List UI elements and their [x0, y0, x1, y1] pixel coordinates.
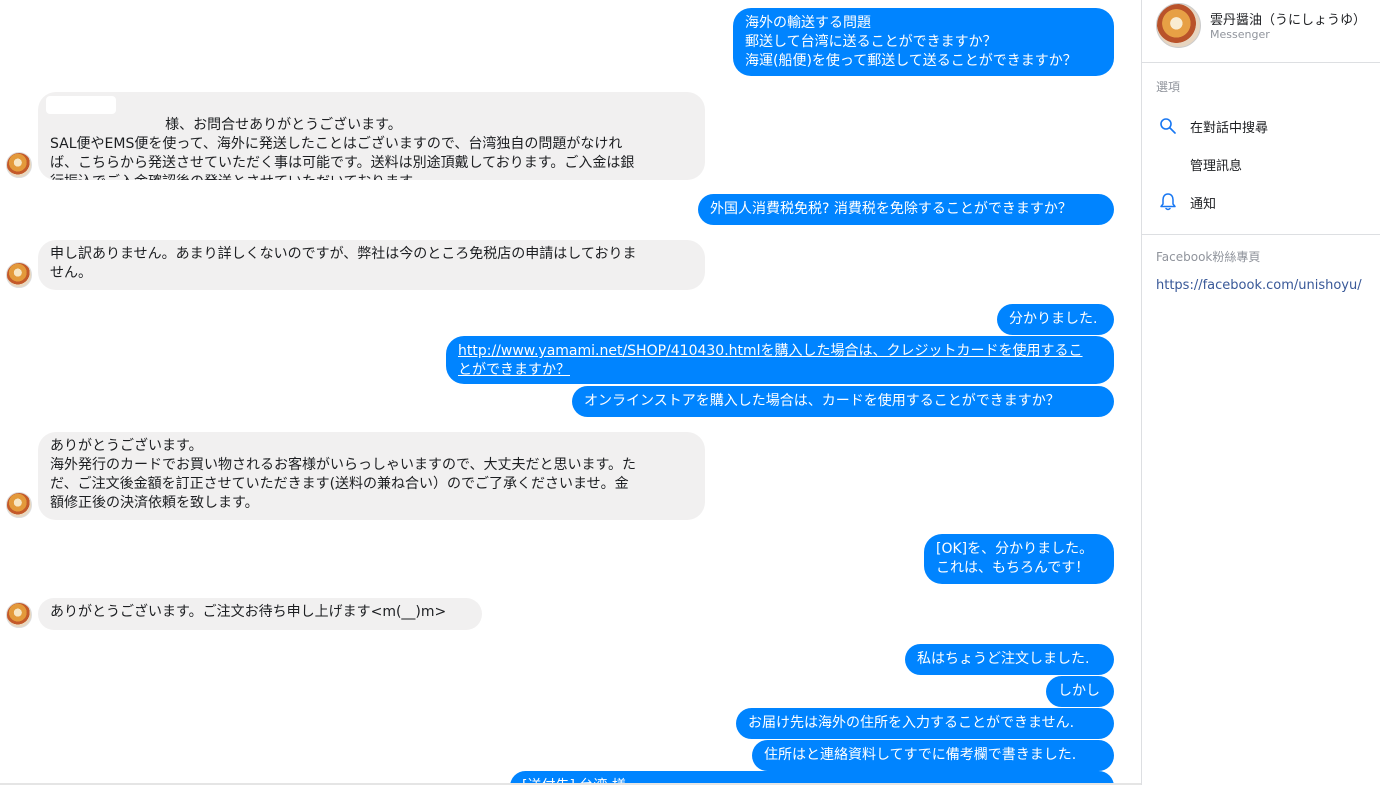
message-bubble-outgoing[interactable]: オンラインストアを購入した場合は、カードを使用することができますか？	[572, 386, 1114, 417]
notifications-option[interactable]: 通知	[1190, 193, 1216, 212]
bell-icon[interactable]	[1158, 192, 1178, 212]
options-title: 選項	[1156, 80, 1181, 94]
contact-profile-avatar[interactable]	[1156, 3, 1201, 48]
contact-subtitle: Messenger	[1210, 28, 1270, 41]
conversation-pane[interactable]: 海外の輸送する問題 郵送して台湾に送ることができますか？ 海運(船便)を使って郵…	[0, 0, 1141, 785]
message-bubble-link[interactable]: http://www.yamami.net/SHOP/410430.htmlを購…	[446, 336, 1114, 384]
message-bubble-outgoing[interactable]: 海外の輸送する問題 郵送して台湾に送ることができますか？ 海運(船便)を使って郵…	[733, 8, 1114, 76]
message-bubble-incoming[interactable]: ありがとうございます。 海外発行のカードでお買い物されるお客様がいらっしゃいます…	[38, 432, 705, 520]
conversation-info-panel: 雲丹醤油（うにしょうゆ） Messenger 選項 在對話中搜尋 管理訊息 通知…	[1141, 0, 1380, 785]
message-bubble-outgoing[interactable]: 分かりました.	[997, 304, 1114, 335]
panel-divider	[1142, 234, 1380, 235]
contact-avatar	[6, 602, 32, 628]
message-bubble-outgoing[interactable]: 外国人消費税免税? 消費税を免除することができますか？	[698, 194, 1114, 225]
message-bubble-outgoing[interactable]: しかし	[1046, 676, 1114, 707]
message-bubble-incoming[interactable]: 申し訳ありません。あまり詳しくないのですが、弊社は今のところ免税店の申請はしてお…	[38, 240, 705, 290]
search-in-conversation-option[interactable]: 在對話中搜尋	[1190, 117, 1268, 136]
redacted-name	[46, 96, 116, 114]
message-bubble-incoming[interactable]: ありがとうございます。ご注文お待ち申し上げます<m(__)m>	[38, 598, 482, 630]
message-bubble-outgoing[interactable]: 私はちょうど注文しました.	[905, 644, 1114, 675]
contact-avatar	[6, 262, 32, 288]
contact-header: 雲丹醤油（うにしょうゆ） Messenger	[1142, 0, 1380, 63]
message-text: 様、お問合せありがとうございます。 SAL便やEMS便を使って、海外に発送したこ…	[50, 117, 635, 180]
contact-name[interactable]: 雲丹醤油（うにしょうゆ）	[1210, 9, 1366, 28]
contact-avatar	[6, 492, 32, 518]
message-bubble-outgoing[interactable]: [OK]を、分かりました。 これは、もちろんです！	[924, 534, 1114, 584]
message-bubble-incoming[interactable]: 様、お問合せありがとうございます。 SAL便やEMS便を使って、海外に発送したこ…	[38, 92, 705, 180]
message-bubble-outgoing[interactable]: 住所はと連絡資料してすでに備考欄で書きました.	[752, 740, 1114, 771]
manage-messages-option[interactable]: 管理訊息	[1190, 155, 1242, 174]
fanpage-title: Facebook粉絲專頁	[1156, 250, 1261, 264]
search-icon[interactable]	[1158, 116, 1178, 136]
contact-avatar	[6, 152, 32, 178]
fanpage-link[interactable]: https://facebook.com/unishoyu/	[1156, 278, 1362, 293]
messenger-window: 海外の輸送する問題 郵送して台湾に送ることができますか？ 海運(船便)を使って郵…	[0, 0, 1380, 785]
message-bubble-outgoing[interactable]: お届け先は海外の住所を入力することができません.	[736, 708, 1114, 739]
